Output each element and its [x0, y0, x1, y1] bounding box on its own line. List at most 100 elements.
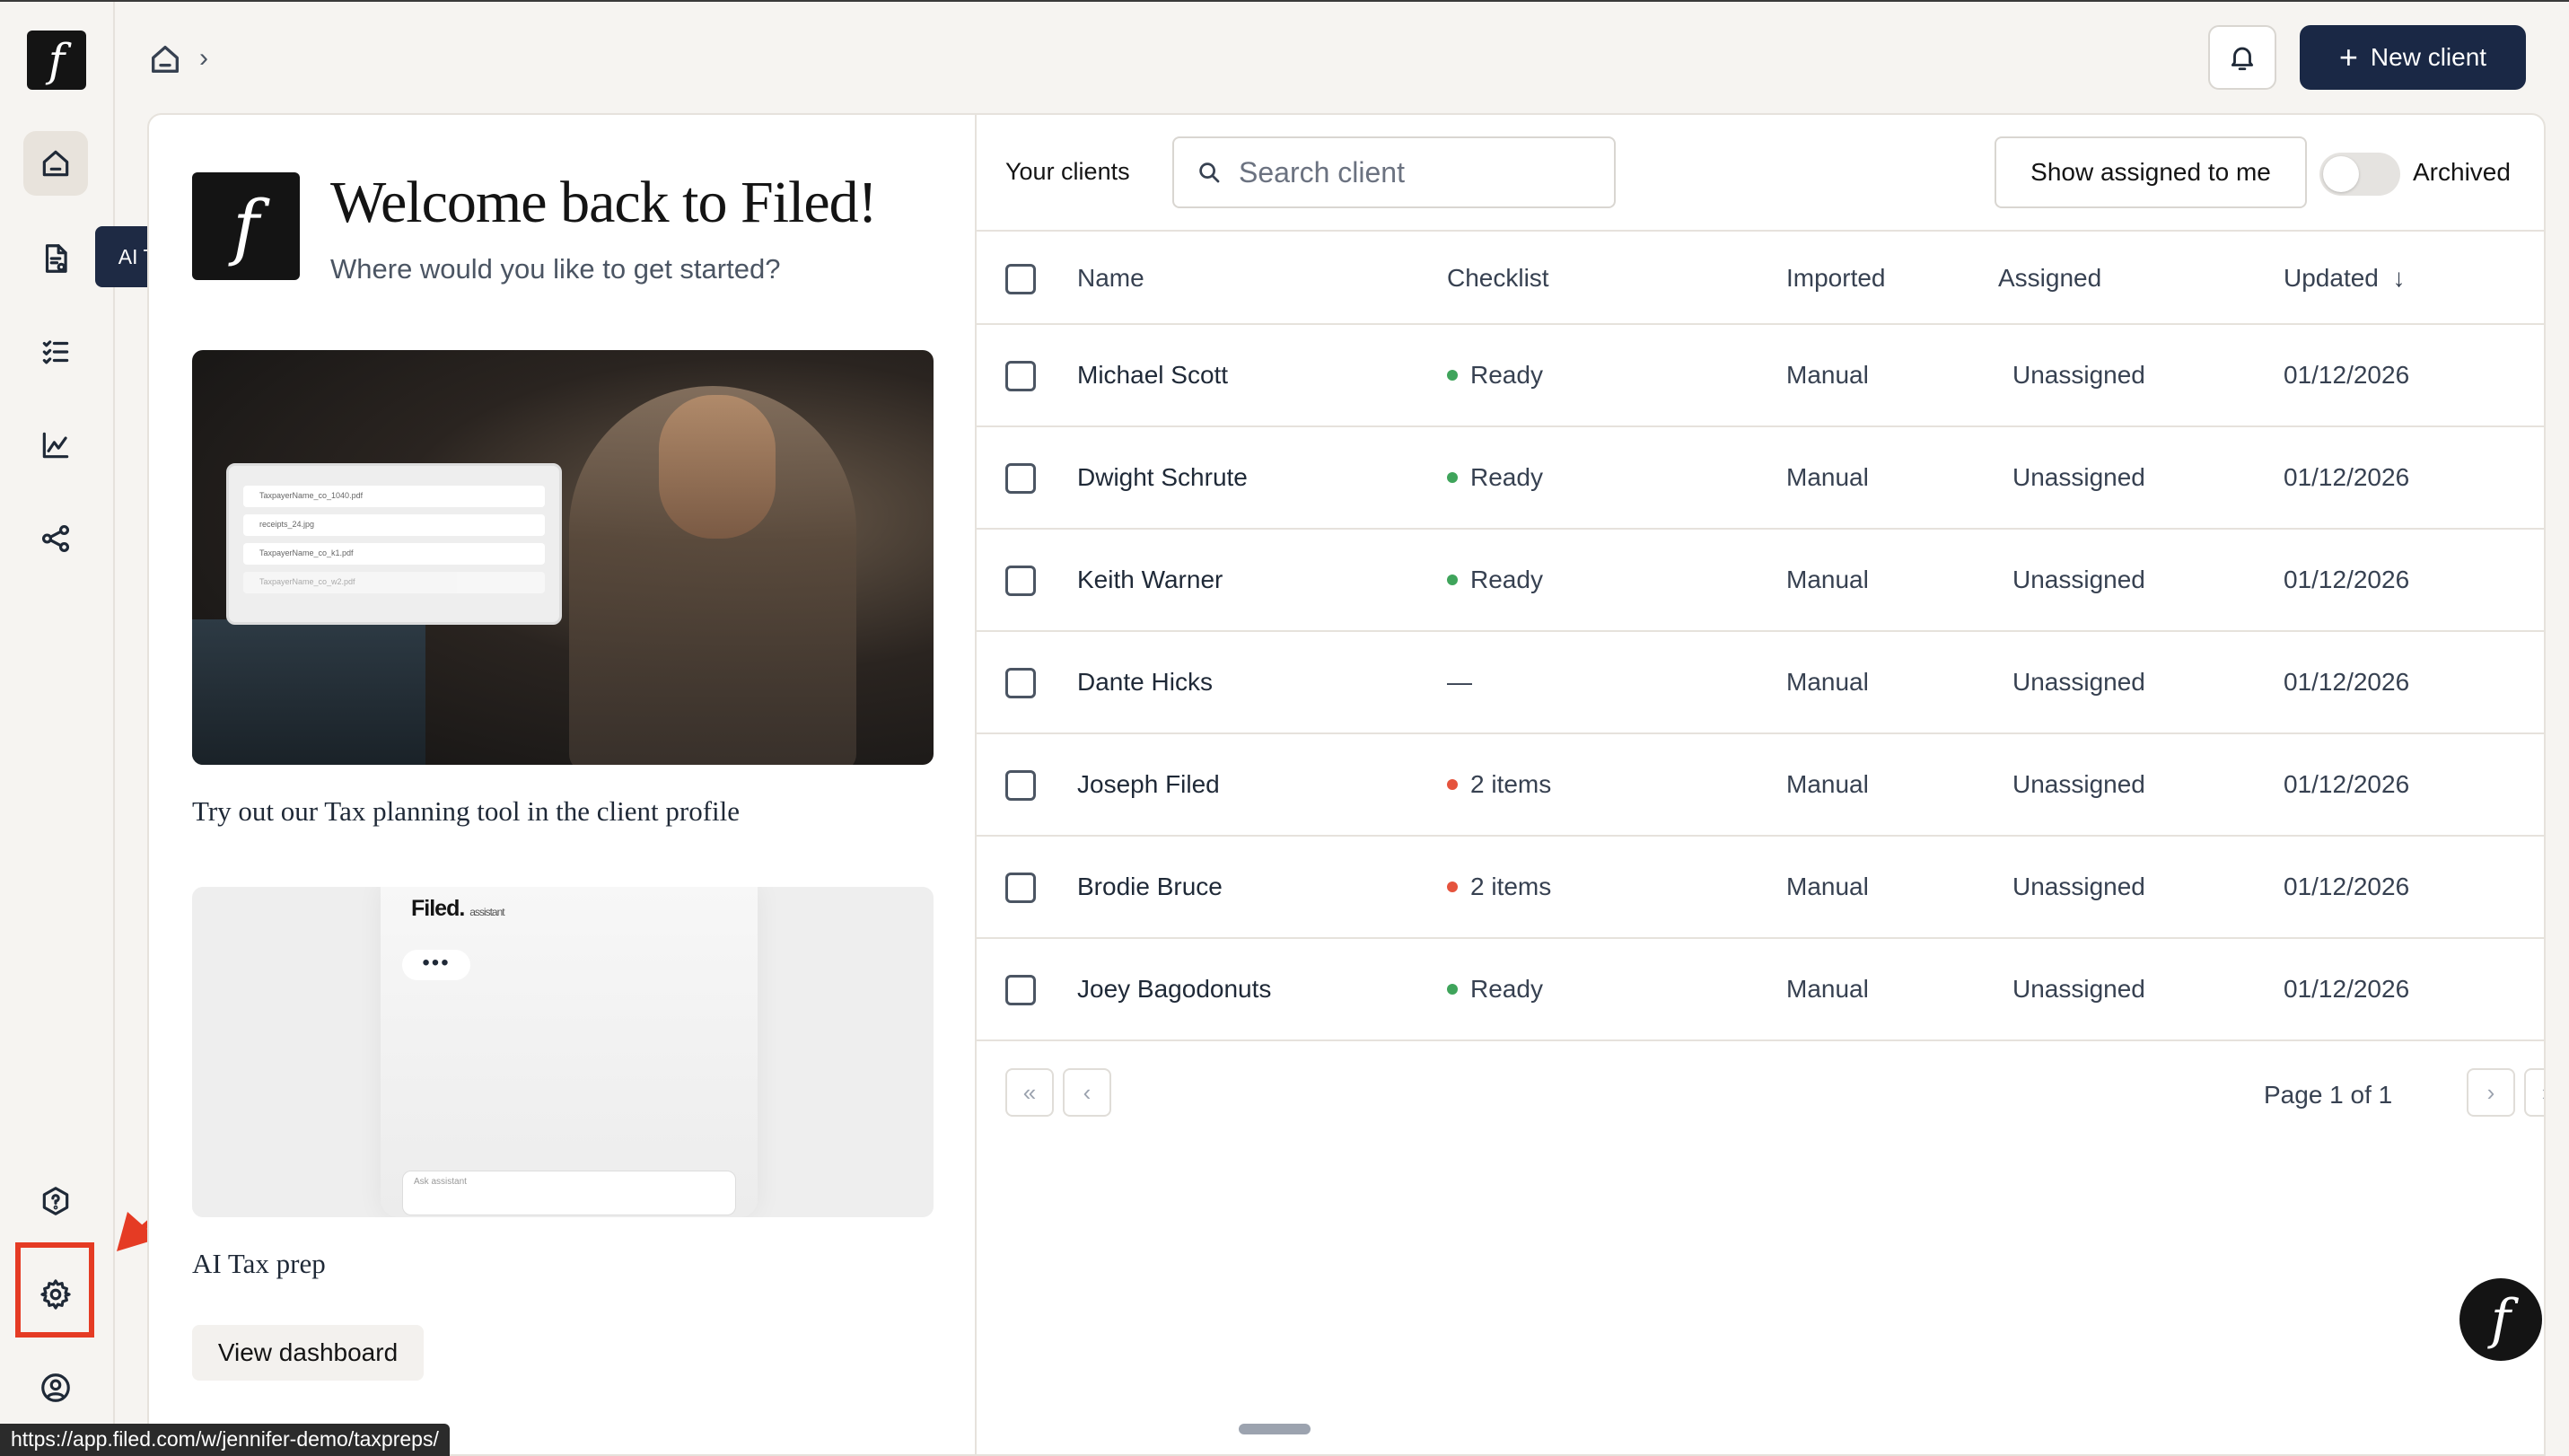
table-row[interactable]: Dante Hicks — Manual Unassigned 01/12/20…: [977, 632, 2546, 734]
welcome-column: f Welcome back to Filed! Where would you…: [149, 115, 977, 1454]
status-dot-icon: [1447, 984, 1458, 995]
share-icon[interactable]: [23, 506, 88, 571]
row-checkbox[interactable]: [1005, 463, 1036, 494]
client-name[interactable]: Brodie Bruce: [1077, 873, 1223, 901]
filed-logo[interactable]: f: [27, 31, 86, 90]
client-name[interactable]: Michael Scott: [1077, 361, 1228, 390]
checklist-icon[interactable]: [23, 320, 88, 384]
open-client-button[interactable]: [2544, 758, 2546, 811]
row-checkbox[interactable]: [1005, 566, 1036, 596]
ai-tax-prep-promo-image[interactable]: Filed. assistant ••• Ask assistant: [192, 887, 934, 1217]
show-assigned-button[interactable]: Show assigned to me: [1995, 136, 2307, 208]
tax-prep-icon[interactable]: [23, 226, 88, 291]
updated-value: 01/12/2026: [2284, 975, 2410, 1003]
assigned-value: Unassigned: [2012, 770, 2145, 798]
first-page-button[interactable]: «: [1005, 1068, 1054, 1117]
imported-value: Manual: [1786, 873, 1869, 900]
share-nodes-icon: [41, 524, 70, 553]
select-all-checkbox[interactable]: [1005, 264, 1036, 294]
table-row[interactable]: Brodie Bruce 2 items Manual Unassigned 0…: [977, 837, 2546, 939]
sort-down-icon: ↓: [2392, 264, 2406, 292]
client-name[interactable]: Joseph Filed: [1077, 770, 1220, 799]
search-client-field[interactable]: [1172, 136, 1616, 208]
typing-dots-icon: •••: [402, 950, 470, 980]
assigned-value: Unassigned: [2012, 463, 2145, 491]
checklist-text: Ready: [1470, 566, 1543, 593]
imported-value: Manual: [1786, 668, 1869, 696]
clients-heading: Your clients: [1005, 158, 1130, 185]
assistant-fab-button[interactable]: f: [2459, 1278, 2542, 1361]
updated-value: 01/12/2026: [2284, 566, 2410, 593]
page-indicator: Page 1 of 1: [2264, 1081, 2393, 1109]
row-checkbox[interactable]: [1005, 770, 1036, 801]
notifications-button[interactable]: [2208, 25, 2276, 90]
assigned-value: Unassigned: [2012, 668, 2145, 696]
status-dot-icon: [1447, 881, 1458, 892]
row-checkbox[interactable]: [1005, 361, 1036, 391]
checklist-status: 2 items: [1447, 873, 1551, 901]
open-client-button[interactable]: [2544, 553, 2546, 607]
table-row[interactable]: Michael Scott Ready Manual Unassigned 01…: [977, 325, 2546, 427]
column-assigned[interactable]: Assigned: [1998, 264, 2101, 293]
column-name[interactable]: Name: [1077, 264, 1144, 293]
new-client-button[interactable]: + New client: [2300, 25, 2526, 90]
checklist-text: —: [1447, 668, 1472, 696]
home-icon[interactable]: [23, 131, 88, 196]
breadcrumb-home-icon[interactable]: [147, 41, 183, 77]
user-circle-icon: [41, 1373, 70, 1402]
profile-icon[interactable]: [23, 1355, 88, 1420]
open-client-button[interactable]: [2544, 655, 2546, 709]
open-client-button[interactable]: [2544, 451, 2546, 504]
table-row[interactable]: Keith Warner Ready Manual Unassigned 01/…: [977, 530, 2546, 632]
scroll-handle[interactable]: [1239, 1424, 1311, 1434]
annotation-highlight-box: [15, 1242, 94, 1338]
tax-planning-promo-image[interactable]: TaxpayerName_co_1040.pdf receipts_24.jpg…: [192, 350, 934, 765]
client-name[interactable]: Dante Hicks: [1077, 668, 1213, 697]
open-client-button[interactable]: [2544, 348, 2546, 402]
file-row: TaxpayerName_co_k1.pdf: [243, 543, 545, 565]
table-row[interactable]: Dwight Schrute Ready Manual Unassigned 0…: [977, 427, 2546, 530]
checklist-text: Ready: [1470, 361, 1543, 389]
checklist-text: 2 items: [1470, 873, 1552, 900]
row-checkbox[interactable]: [1005, 975, 1036, 1005]
analytics-icon[interactable]: [23, 413, 88, 478]
prev-page-button[interactable]: ‹: [1063, 1068, 1111, 1117]
toggle-knob: [2323, 156, 2359, 192]
welcome-title: Welcome back to Filed!: [330, 170, 878, 235]
client-name[interactable]: Keith Warner: [1077, 566, 1223, 594]
row-checkbox[interactable]: [1005, 873, 1036, 903]
file-row: receipts_24.jpg: [243, 514, 545, 536]
welcome-logo: f: [192, 172, 300, 280]
client-name[interactable]: Joey Bagodonuts: [1077, 975, 1271, 1004]
row-checkbox[interactable]: [1005, 668, 1036, 698]
search-client-input[interactable]: [1239, 155, 1598, 189]
view-dashboard-button[interactable]: View dashboard: [192, 1325, 424, 1381]
table-row[interactable]: Joey Bagodonuts Ready Manual Unassigned …: [977, 939, 2546, 1041]
updated-value: 01/12/2026: [2284, 361, 2410, 389]
client-name[interactable]: Dwight Schrute: [1077, 463, 1248, 492]
last-page-button[interactable]: »: [2524, 1068, 2544, 1117]
status-dot-icon: [1447, 472, 1458, 483]
checklist-status: 2 items: [1447, 770, 1551, 799]
checklist-text: Ready: [1470, 463, 1543, 491]
status-dot-icon: [1447, 370, 1458, 381]
table-row[interactable]: Joseph Filed 2 items Manual Unassigned 0…: [977, 734, 2546, 837]
plus-icon: +: [2338, 39, 2358, 75]
tax-planning-caption: Try out our Tax planning tool in the cli…: [192, 795, 741, 827]
imported-value: Manual: [1786, 566, 1869, 593]
help-icon[interactable]: [23, 1169, 88, 1233]
open-client-button[interactable]: [2544, 962, 2546, 1016]
imported-value: Manual: [1786, 463, 1869, 491]
assigned-value: Unassigned: [2012, 361, 2145, 389]
column-imported[interactable]: Imported: [1786, 264, 1886, 293]
checklist-status: —: [1447, 668, 1472, 697]
next-page-button[interactable]: ›: [2467, 1068, 2515, 1117]
assistant-brand: Filed. assistant: [411, 896, 505, 921]
status-dot-icon: [1447, 779, 1458, 790]
archived-toggle[interactable]: [2319, 153, 2400, 196]
checklist-text: Ready: [1470, 975, 1543, 1003]
column-updated[interactable]: Updated ↓: [2284, 264, 2405, 293]
column-checklist[interactable]: Checklist: [1447, 264, 1549, 293]
open-client-button[interactable]: [2544, 860, 2546, 914]
person-head-shape: [659, 395, 776, 539]
